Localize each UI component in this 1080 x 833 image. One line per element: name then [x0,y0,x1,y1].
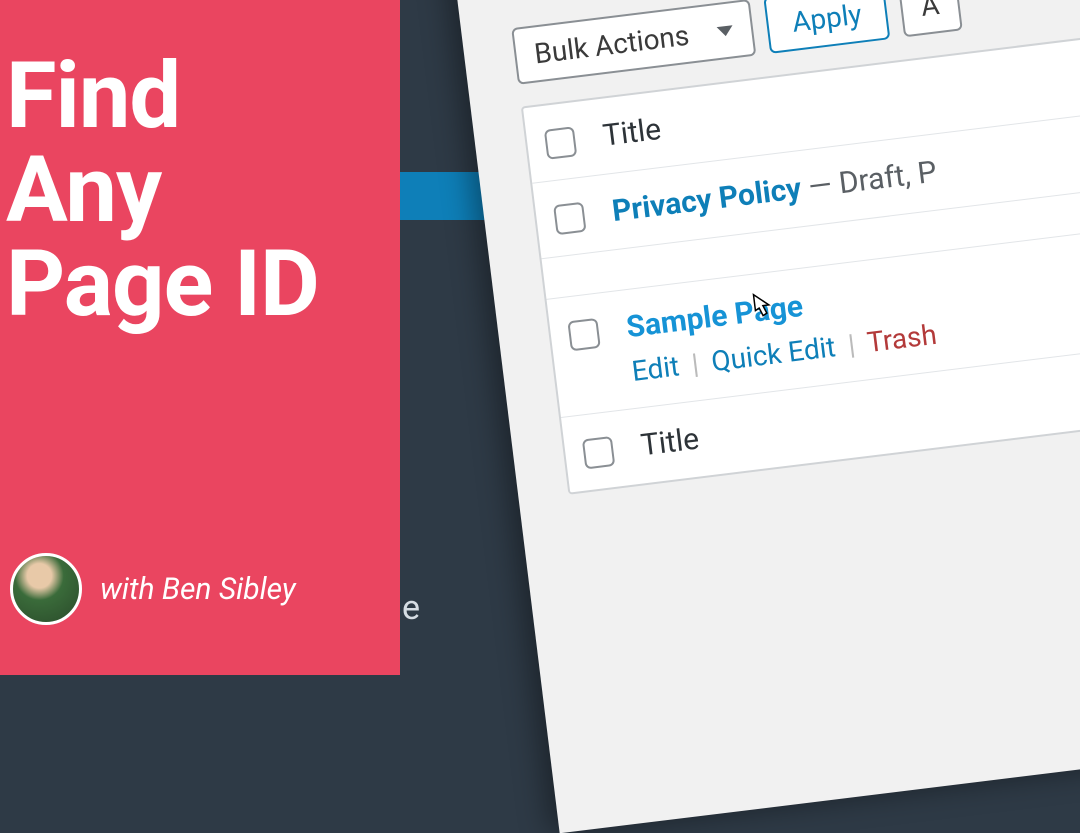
author-text: with Ben Sibley [100,572,296,607]
headline: Find Any Page ID [0,50,400,331]
privacy-title-text: Privacy Policy [610,171,803,229]
menu-fragment: e [402,588,420,628]
row-checkbox[interactable] [553,202,586,235]
headline-line-2: Any [6,144,400,238]
chevron-down-icon [716,25,733,37]
filter-all[interactable]: All [505,0,542,6]
select-all-checkbox-bottom[interactable] [582,436,615,469]
select-all-checkbox[interactable] [544,126,577,159]
bulk-actions-select[interactable]: Bulk Actions [511,0,756,85]
date-filter-select[interactable]: A [898,0,963,37]
headline-line-1: Find [6,50,400,144]
headline-line-3: Page ID [6,238,400,332]
pages-table: Title Privacy Policy — Draft, P Sample P… [521,7,1080,495]
privacy-meta: — Draft, P [799,155,939,206]
action-quick-edit[interactable]: Quick Edit [710,330,838,378]
column-title-bottom[interactable]: Title [639,422,701,464]
extra-label: A [919,0,941,23]
separator: | [690,347,701,381]
apply-button[interactable]: Apply [763,0,891,54]
action-edit[interactable]: Edit [630,349,681,388]
action-trash[interactable]: Trash [865,318,938,359]
column-title[interactable]: Title [601,112,663,154]
bulk-actions-label: Bulk Actions [533,19,691,71]
avatar [10,553,82,625]
author-row: with Ben Sibley [10,553,296,625]
with-prefix: with [100,572,162,607]
apply-label: Apply [790,0,863,39]
row-checkbox[interactable] [567,318,600,351]
separator: | [846,328,857,362]
promo-panel: Find Any Page ID with Ben Sibley [0,0,400,675]
filter-all-count: (2) [545,0,584,1]
pages-admin-panel: All (2) | Published (1) | Draft (1) Bulk… [450,0,1080,833]
author-name: Ben Sibley [162,572,296,607]
